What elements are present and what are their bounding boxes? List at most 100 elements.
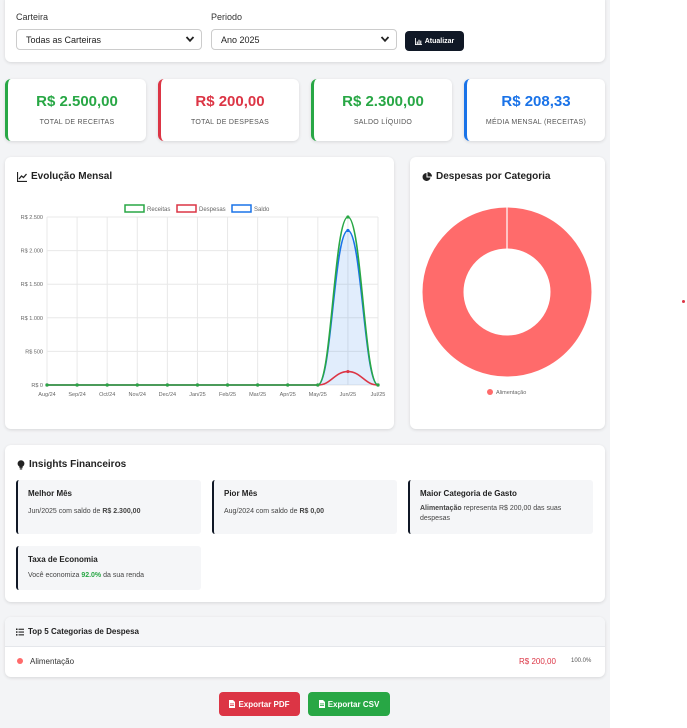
period-select[interactable]: Ano 2025 — [211, 29, 397, 50]
export-csv-label: Exportar CSV — [327, 699, 380, 709]
stat-card-monthly-average: R$ 208,33 MÉDIA MENSAL (RECEITAS) — [464, 79, 605, 141]
insight-text: Você economiza 92.0% da sua renda — [28, 571, 191, 581]
period-label: Periodo — [211, 12, 243, 22]
insight-value: R$ 2.300,00 — [102, 508, 141, 515]
stat-card-total-income: R$ 2.500,00 TOTAL DE RECEITAS — [5, 79, 146, 141]
top-categories-header: Top 5 Categorias de Despesa — [5, 617, 605, 647]
legend-swatch — [487, 389, 493, 395]
refresh-button[interactable]: Atualizar — [405, 31, 464, 51]
data-point — [75, 383, 79, 387]
category-color-dot — [17, 658, 23, 664]
data-point — [346, 215, 350, 219]
legend-label: Alimentação — [496, 390, 526, 396]
stat-caption: TOTAL DE DESPESAS — [190, 119, 270, 126]
top-categories-title: Top 5 Categorias de Despesa — [16, 627, 139, 636]
insight-savings-rate: Taxa de Economia Você economiza 92.0% da… — [16, 546, 201, 590]
data-point — [346, 228, 350, 233]
chevron-down-icon — [380, 36, 390, 43]
insight-text: Jun/2025 com saldo de R$ 2.300,00 — [28, 507, 191, 517]
x-tick-label: Jun/25 — [340, 392, 357, 398]
x-tick-label: Dec/24 — [159, 392, 176, 398]
red-dot-marker — [682, 300, 685, 303]
insight-text: Alimentação representa R$ 200,00 das sua… — [420, 504, 583, 524]
x-tick-label: Aug/24 — [38, 392, 55, 398]
x-tick-label: May/25 — [309, 392, 327, 398]
insight-heading: Maior Categoria de Gasto — [420, 489, 517, 498]
insight-text-a: Você economiza — [28, 572, 82, 579]
evolution-chart-card: Evolução Mensal R$ 0 R$ 500 R$ 1.000 R$ 1.5… — [5, 157, 394, 429]
insight-value: Alimentação — [420, 505, 462, 512]
filters-card: Carteira Todas as Carteiras Periodo Ano … — [5, 0, 605, 62]
list-item: Alimentação R$ 200,00 100.0% — [5, 647, 605, 677]
category-name: Alimentação — [30, 657, 75, 666]
stat-value: R$ 2.500,00 — [36, 93, 118, 110]
x-tick-label: Jan/25 — [189, 392, 206, 398]
insight-text-a: Aug/2024 com saldo de — [224, 508, 300, 515]
export-pdf-button[interactable]: Exportar PDF — [219, 692, 300, 716]
legend-swatch — [124, 204, 145, 213]
refresh-button-label: Atualizar — [424, 37, 455, 45]
insight-best-month: Melhor Mês Jun/2025 com saldo de R$ 2.30… — [16, 480, 201, 534]
x-tick-label: Sep/24 — [68, 392, 85, 398]
file-pdf-icon — [229, 700, 236, 708]
stat-card-total-expenses: R$ 200,00 TOTAL DE DESPESAS — [158, 79, 299, 141]
y-tick-label: R$ 500 — [25, 349, 43, 355]
x-tick-label: Oct/24 — [99, 392, 115, 398]
right-pane — [610, 0, 687, 728]
evolution-line-chart: R$ 0 R$ 500 R$ 1.000 R$ 1.500 R$ 2.000 R$ 2.5… — [21, 204, 386, 398]
x-tick-label: Feb/25 — [219, 392, 236, 398]
x-tick-label: Jul/25 — [371, 392, 386, 398]
insights-title-text: Insights Financeiros — [29, 459, 127, 470]
export-csv-button[interactable]: Exportar CSV — [308, 692, 390, 716]
category-doughnut-chart: Alimentação — [422, 207, 592, 396]
top-categories-card: Top 5 Categorias de Despesa Alimentação … — [5, 617, 605, 677]
stat-value: R$ 2.300,00 — [342, 93, 424, 110]
x-tick-label: Apr/25 — [280, 392, 296, 398]
export-pdf-label: Exportar PDF — [238, 699, 290, 709]
y-tick-label: R$ 1.500 — [21, 282, 43, 288]
legend-label: Despesas — [199, 207, 226, 213]
insight-text-c: da sua renda — [101, 572, 144, 579]
data-point — [45, 383, 49, 387]
file-csv-icon — [318, 700, 325, 708]
insights-card: Insights Financeiros Melhor Mês Jun/2025… — [5, 445, 605, 602]
category-chart-card: Despesas por Categoria Alimentação — [410, 157, 605, 429]
insights-title: Insights Financeiros — [17, 459, 126, 470]
insight-heading: Pior Mês — [224, 489, 258, 498]
stat-value: R$ 208,33 — [501, 93, 571, 110]
insight-value: 92.0% — [81, 572, 102, 579]
stat-caption: TOTAL DE RECEITAS — [39, 119, 115, 126]
wallet-label: Carteira — [16, 12, 49, 22]
legend-swatch — [176, 204, 197, 213]
data-point — [105, 383, 109, 387]
data-point — [225, 383, 230, 387]
top-categories-title-text: Top 5 Categorias de Despesa — [28, 627, 139, 636]
insight-value: R$ 0,00 — [299, 508, 325, 515]
wallet-select[interactable]: Todas as Carteiras — [16, 29, 202, 50]
legend-label: Receitas — [147, 207, 170, 213]
category-percent: 100.0% — [571, 658, 592, 664]
lightbulb-icon — [17, 459, 25, 469]
data-point — [286, 383, 290, 387]
data-point — [376, 383, 380, 387]
period-select-value: Ano 2025 — [221, 35, 260, 45]
insight-heading: Melhor Mês — [28, 489, 73, 498]
y-tick-label: R$ 2.500 — [21, 215, 43, 221]
insight-worst-month: Pior Mês Aug/2024 com saldo de R$ 0,00 — [212, 480, 397, 534]
chevron-down-icon — [185, 36, 195, 43]
data-point — [165, 383, 169, 387]
category-amount: R$ 200,00 — [519, 657, 556, 666]
chart-bar-icon — [414, 37, 422, 45]
data-point — [346, 369, 350, 374]
x-tick-label: Nov/24 — [129, 392, 146, 398]
y-tick-label: R$ 2.000 — [21, 249, 43, 255]
data-point — [135, 383, 139, 387]
wallet-select-value: Todas as Carteiras — [26, 35, 102, 45]
insight-heading: Taxa de Economia — [28, 555, 98, 564]
y-tick-label: R$ 0 — [31, 383, 43, 389]
stat-card-net-balance: R$ 2.300,00 SALDO LÍQUIDO — [311, 79, 452, 141]
data-point — [195, 383, 200, 387]
insight-text-a: Jun/2025 com saldo de — [28, 508, 103, 515]
legend-label: Saldo — [254, 207, 270, 213]
insight-text: Aug/2024 com saldo de R$ 0,00 — [224, 507, 387, 517]
